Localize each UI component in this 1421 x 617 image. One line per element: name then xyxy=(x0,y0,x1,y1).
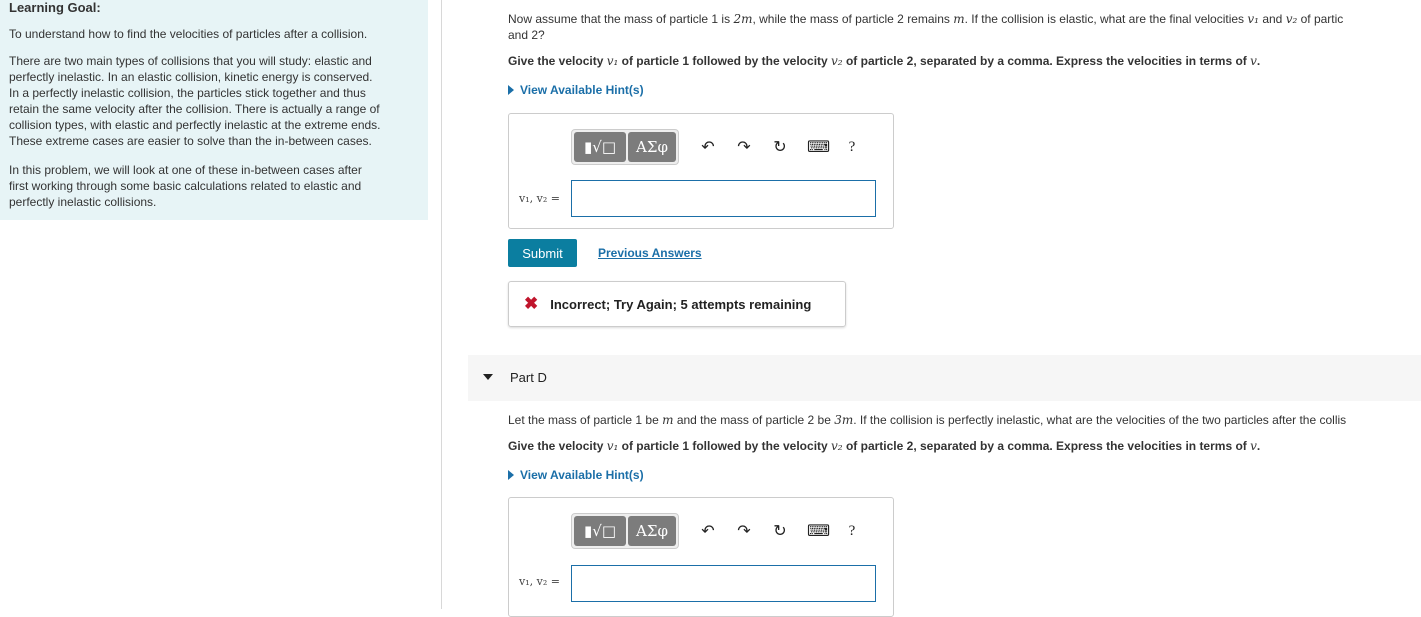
para1-line: retain the same velocity after the colli… xyxy=(9,102,380,116)
para1-line: collision types, with elastic and perfec… xyxy=(9,118,381,132)
previous-answers-link[interactable]: Previous Answers xyxy=(598,246,702,260)
math: v xyxy=(1250,54,1257,68)
math: v₂ xyxy=(831,54,843,68)
part-d-instructions: Give the velocity v₁ of particle 1 follo… xyxy=(508,438,1260,454)
para2-line: first working through some basic calcula… xyxy=(9,179,362,193)
learning-goal-paragraph-1: There are two main types of collisions t… xyxy=(9,53,419,149)
math: v₁ xyxy=(606,54,619,68)
part-d-header[interactable]: Part D xyxy=(468,355,1421,401)
math: m xyxy=(662,413,674,427)
part-d-question: Let the mass of particle 1 be m and the … xyxy=(508,412,1346,428)
text: . xyxy=(1256,54,1261,68)
text: . xyxy=(1256,439,1261,453)
hint-label: View Available Hint(s) xyxy=(520,468,644,482)
math: v₂ xyxy=(831,439,843,453)
text: and xyxy=(1258,12,1286,26)
text: . If the collision is perfectly inelasti… xyxy=(853,413,1347,427)
para1-line: perfectly inelastic. In an elastic colli… xyxy=(9,70,373,84)
answer-input[interactable] xyxy=(571,565,876,602)
math: 3m xyxy=(834,413,854,427)
math: v₁ xyxy=(606,439,619,453)
para2-line: In this problem, we will look at one of … xyxy=(9,163,362,177)
incorrect-feedback: ✖ Incorrect; Try Again; 5 attempts remai… xyxy=(508,281,846,327)
text: , while the mass of particle 2 remains xyxy=(752,12,954,26)
toolbar-button-group: ▮√□ ΑΣφ xyxy=(571,513,679,549)
part-title: Part D xyxy=(510,370,547,385)
learning-goal-intro: To understand how to find the velocities… xyxy=(9,27,368,41)
greek-symbols-button[interactable]: ΑΣφ xyxy=(628,132,676,162)
undo-icon[interactable]: ↶ xyxy=(699,137,717,157)
feedback-text: Incorrect; Try Again; 5 attempts remaini… xyxy=(550,296,812,312)
redo-icon[interactable]: ↷ xyxy=(735,521,753,541)
text: of particle 1 followed by the velocity xyxy=(618,54,832,68)
text: of particle 2, separated by a comma. Exp… xyxy=(842,54,1251,68)
text: Give the velocity xyxy=(508,439,607,453)
submit-button[interactable]: Submit xyxy=(508,239,577,267)
learning-goal-panel: Learning Goal: To understand how to find… xyxy=(0,0,428,220)
hint-label: View Available Hint(s) xyxy=(520,83,644,97)
math: m xyxy=(953,12,965,26)
answer-input[interactable] xyxy=(571,180,876,217)
text: of partic xyxy=(1297,12,1344,26)
para1-line: There are two main types of collisions t… xyxy=(9,54,372,68)
triangle-right-icon xyxy=(508,85,514,95)
text: and 2? xyxy=(508,28,545,42)
templates-button[interactable]: ▮√□ xyxy=(574,516,626,546)
keyboard-icon[interactable]: ⌨ xyxy=(807,521,830,541)
answer-label: v₁, v₂ = xyxy=(519,575,560,588)
greek-symbols-button[interactable]: ΑΣφ xyxy=(628,516,676,546)
reset-icon[interactable]: ↻ xyxy=(771,521,789,541)
math: 2m xyxy=(733,12,753,26)
undo-icon[interactable]: ↶ xyxy=(699,521,717,541)
learning-goal-paragraph-2: In this problem, we will look at one of … xyxy=(9,162,419,210)
part-d-answer-box: ▮√□ ΑΣφ ↶ ↷ ↻ ⌨ ? v₁, v₂ = xyxy=(508,497,894,617)
redo-icon[interactable]: ↷ xyxy=(735,137,753,157)
part-c-instructions: Give the velocity v₁ of particle 1 follo… xyxy=(508,53,1260,69)
templates-button[interactable]: ▮√□ xyxy=(574,132,626,162)
text: . If the collision is elastic, what are … xyxy=(964,12,1248,26)
triangle-right-icon xyxy=(508,470,514,480)
text: Now assume that the mass of particle 1 i… xyxy=(508,12,734,26)
help-icon[interactable]: ? xyxy=(843,139,861,156)
column-divider xyxy=(441,0,442,609)
help-icon[interactable]: ? xyxy=(843,523,861,540)
part-d-hint-link[interactable]: View Available Hint(s) xyxy=(508,468,644,482)
math-toolbar: ▮√□ ΑΣφ ↶ ↷ ↻ ⌨ ? xyxy=(571,512,886,550)
math: v xyxy=(1250,439,1257,453)
text: Give the velocity xyxy=(508,54,607,68)
text: of particle 2, separated by a comma. Exp… xyxy=(842,439,1251,453)
toolbar-button-group: ▮√□ ΑΣφ xyxy=(571,129,679,165)
x-mark-icon: ✖ xyxy=(524,294,539,313)
math: v₁ xyxy=(1247,12,1259,26)
part-c-hint-link[interactable]: View Available Hint(s) xyxy=(508,83,644,97)
para1-line: These extreme cases are easier to solve … xyxy=(9,134,372,148)
part-c-answer-box: ▮√□ ΑΣφ ↶ ↷ ↻ ⌨ ? v₁, v₂ = xyxy=(508,113,894,229)
para2-line: perfectly inelastic collisions. xyxy=(9,195,157,209)
keyboard-icon[interactable]: ⌨ xyxy=(807,137,830,157)
text: Let the mass of particle 1 be xyxy=(508,413,663,427)
text: and the mass of particle 2 be xyxy=(673,413,835,427)
para1-line: In a perfectly inelastic collision, the … xyxy=(9,86,366,100)
collapse-triangle-icon xyxy=(483,374,493,380)
answer-label: v₁, v₂ = xyxy=(519,192,560,205)
learning-goal-title: Learning Goal: xyxy=(9,0,101,15)
text: of particle 1 followed by the velocity xyxy=(618,439,832,453)
part-c-question: Now assume that the mass of particle 1 i… xyxy=(508,11,1343,43)
reset-icon[interactable]: ↻ xyxy=(771,137,789,157)
math: v₂ xyxy=(1285,12,1298,26)
math-toolbar: ▮√□ ΑΣφ ↶ ↷ ↻ ⌨ ? xyxy=(571,128,886,166)
